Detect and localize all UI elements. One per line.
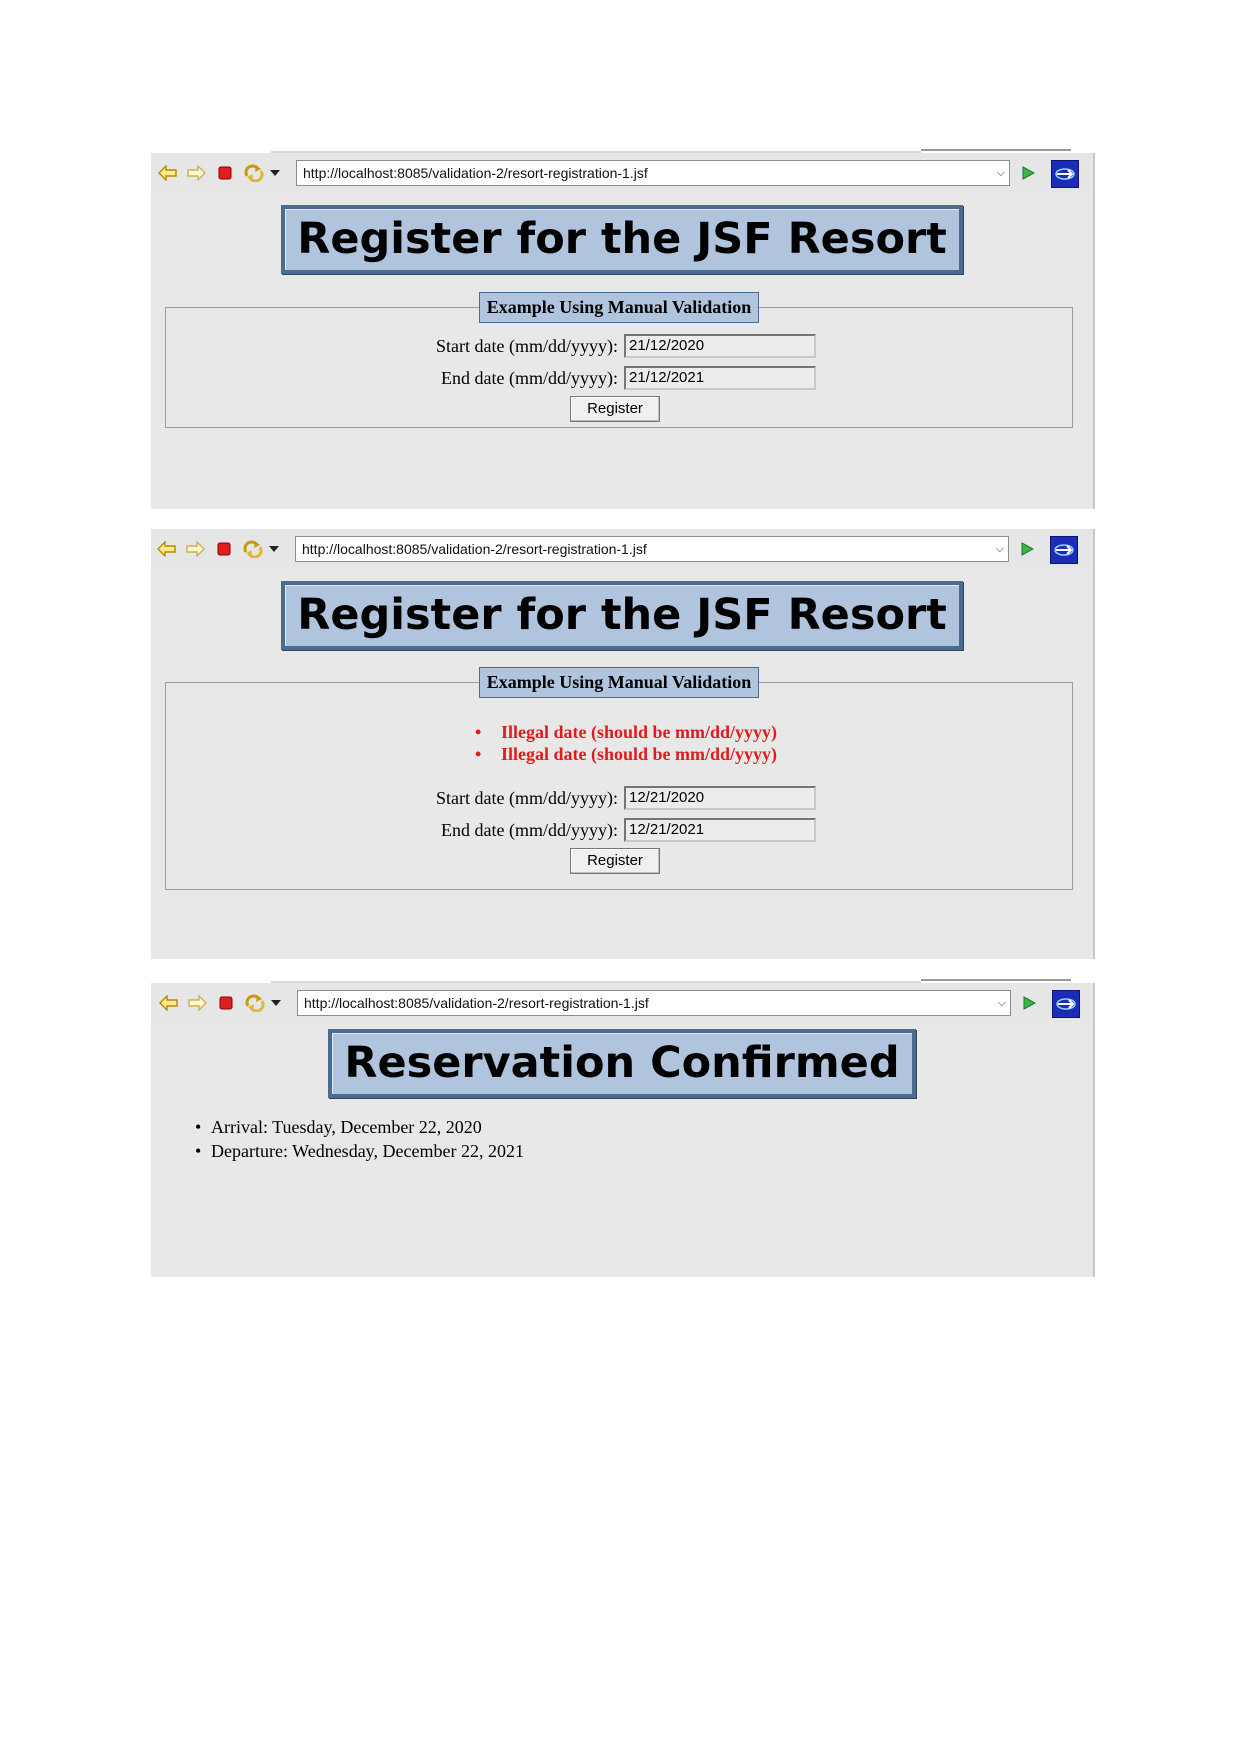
forward-arrow-icon[interactable] (186, 164, 206, 182)
dropdown-arrow-icon[interactable] (271, 994, 281, 1012)
back-arrow-icon[interactable] (159, 994, 179, 1012)
browser-logo-icon (1052, 990, 1080, 1018)
browser-screenshot-2: http://localhost:8085/validation-2/resor… (151, 529, 1095, 959)
stop-icon[interactable] (216, 540, 232, 558)
error-message: • Illegal date (should be mm/dd/yyyy) (475, 744, 778, 764)
start-date-input[interactable]: 12/21/2020 (624, 786, 816, 810)
url-dropdown-icon[interactable]: ⌵ (998, 991, 1006, 1015)
departure-label: Departure: (211, 1141, 288, 1161)
forward-arrow-icon[interactable] (185, 540, 205, 558)
refresh-icon[interactable] (243, 540, 263, 558)
forward-arrow-icon[interactable] (187, 994, 207, 1012)
back-arrow-icon[interactable] (157, 540, 177, 558)
url-bar[interactable]: http://localhost:8085/validation-2/resor… (297, 990, 1011, 1016)
go-icon[interactable] (1020, 164, 1036, 182)
stop-icon[interactable] (217, 164, 233, 182)
start-date-input[interactable]: 21/12/2020 (624, 334, 816, 358)
start-date-label: Start date (mm/dd/yyyy): (436, 336, 618, 356)
url-text: http://localhost:8085/validation-2/resor… (302, 541, 647, 557)
end-date-input[interactable]: 12/21/2021 (624, 818, 816, 842)
go-icon[interactable] (1021, 994, 1037, 1012)
url-text: http://localhost:8085/validation-2/resor… (303, 165, 648, 181)
url-text: http://localhost:8085/validation-2/resor… (304, 995, 649, 1011)
register-button[interactable]: Register (570, 396, 660, 422)
browser-toolbar: http://localhost:8085/validation-2/resor… (151, 983, 1093, 1023)
register-button[interactable]: Register (570, 848, 660, 874)
url-dropdown-icon[interactable]: ⌵ (997, 161, 1005, 185)
back-arrow-icon[interactable] (158, 164, 178, 182)
go-icon[interactable] (1019, 540, 1035, 558)
refresh-icon[interactable] (244, 164, 264, 182)
url-bar[interactable]: http://localhost:8085/validation-2/resor… (295, 536, 1009, 562)
browser-screenshot-3: http://localhost:8085/validation-2/resor… (151, 979, 1095, 1277)
browser-toolbar: http://localhost:8085/validation-2/resor… (151, 529, 1093, 569)
departure-item: • Departure: Wednesday, December 22, 2021 (195, 1141, 524, 1161)
end-date-label: End date (mm/dd/yyyy): (441, 820, 618, 840)
browser-logo-icon (1051, 160, 1079, 188)
arrival-item: • Arrival: Tuesday, December 22, 2020 (195, 1117, 482, 1137)
dropdown-arrow-icon[interactable] (269, 540, 279, 558)
arrival-value: Tuesday, December 22, 2020 (272, 1117, 482, 1137)
page-heading: Register for the JSF Resort (281, 205, 963, 274)
dropdown-arrow-icon[interactable] (270, 164, 280, 182)
start-date-label: Start date (mm/dd/yyyy): (436, 788, 618, 808)
arrival-label: Arrival: (211, 1117, 268, 1137)
browser-toolbar: http://localhost:8085/validation-2/resor… (151, 153, 1093, 193)
error-message: • Illegal date (should be mm/dd/yyyy) (475, 722, 778, 742)
stop-icon[interactable] (218, 994, 234, 1012)
browser-screenshot-1: http://localhost:8085/validation-2/resor… (151, 149, 1095, 509)
page-heading: Reservation Confirmed (328, 1029, 916, 1098)
form-legend: Example Using Manual Validation (478, 292, 760, 323)
end-date-input[interactable]: 21/12/2021 (624, 366, 816, 390)
departure-value: Wednesday, December 22, 2021 (292, 1141, 524, 1161)
refresh-icon[interactable] (245, 994, 265, 1012)
url-dropdown-icon[interactable]: ⌵ (996, 537, 1004, 561)
form-legend: Example Using Manual Validation (478, 667, 760, 698)
page-heading: Register for the JSF Resort (281, 581, 963, 650)
end-date-label: End date (mm/dd/yyyy): (441, 368, 618, 388)
url-bar[interactable]: http://localhost:8085/validation-2/resor… (296, 160, 1010, 186)
browser-logo-icon (1050, 536, 1078, 564)
